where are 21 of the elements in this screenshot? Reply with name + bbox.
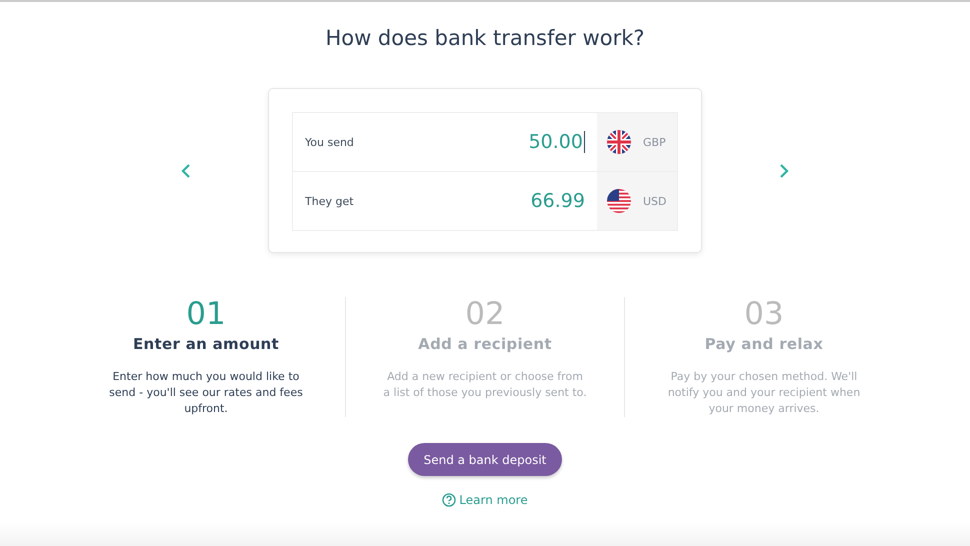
step-number: 03: [743, 297, 785, 331]
learn-more-link[interactable]: Learn more: [442, 493, 528, 507]
amount-label: You send: [305, 136, 354, 148]
step-number: 01: [185, 297, 227, 331]
step-description: Add a new recipient or choose from a list of those you previously sent to.: [382, 369, 588, 401]
step-title: Add a recipient: [417, 335, 553, 353]
help-icon: [442, 493, 456, 507]
step-description: Pay by your chosen method. We'll notify you and your recipient when your money arrives.: [666, 369, 862, 417]
amount-field[interactable]: 50.00: [528, 131, 585, 153]
flag-icon: [607, 189, 631, 213]
amount-label: They get: [305, 194, 354, 208]
send-deposit-button[interactable]: Send a bank deposit: [408, 443, 562, 476]
step-title: Pay and relax: [704, 335, 824, 353]
currency-code[interactable]: USD: [643, 194, 667, 208]
amount-field[interactable]: 66.99: [530, 190, 585, 212]
step-number: 02: [464, 297, 506, 331]
step-title: Enter an amount: [132, 335, 280, 353]
page-title: How does bank transfer work?: [324, 26, 646, 50]
flag-icon: [607, 130, 631, 154]
currency-code[interactable]: GBP: [643, 136, 666, 148]
step-description: Enter how much you would like to send - you'll see our rates and fees upfront.: [108, 369, 304, 417]
